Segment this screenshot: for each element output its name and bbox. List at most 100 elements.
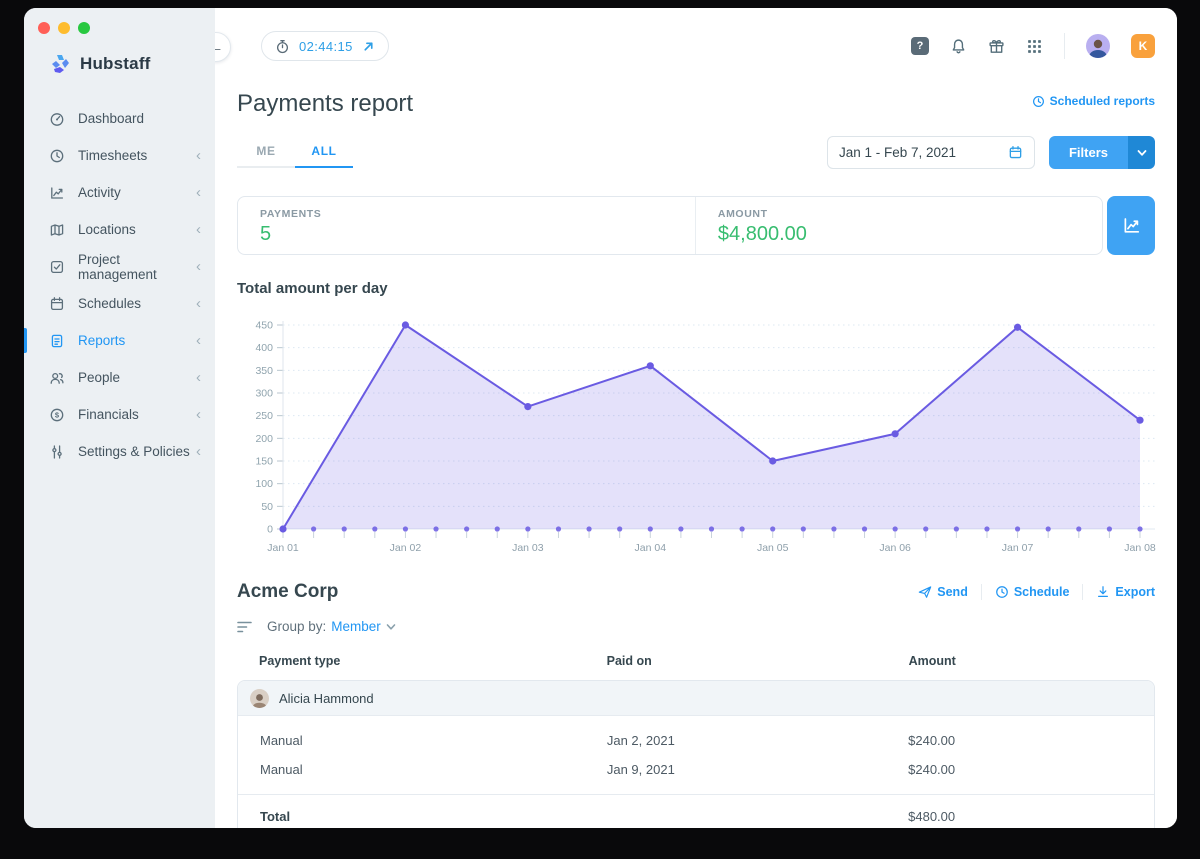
people-icon xyxy=(49,370,65,386)
scheduled-reports-link[interactable]: Scheduled reports xyxy=(1032,94,1155,108)
chevron-left-icon: ‹ xyxy=(196,296,201,311)
line-chart-icon xyxy=(1122,216,1141,235)
svg-text:0: 0 xyxy=(267,524,273,536)
topbar: ← 02:44:15 ? xyxy=(215,8,1177,84)
sidebar-nav: Dashboard Timesheets ‹ Activity ‹ xyxy=(24,100,215,470)
scheduled-reports-label: Scheduled reports xyxy=(1050,94,1155,108)
group-by-select[interactable]: Member xyxy=(331,619,396,634)
cell-payment-type: Manual xyxy=(260,733,607,748)
chevron-left-icon: ‹ xyxy=(196,148,201,163)
organization-badge[interactable]: K xyxy=(1131,34,1155,58)
sidebar-item-label: Financials xyxy=(78,407,139,422)
svg-text:300: 300 xyxy=(255,388,273,400)
column-header-payment-type: Payment type xyxy=(259,654,607,668)
window-controls xyxy=(24,8,215,34)
chart-container: 050100150200250300350400450Jan 01Jan 02J… xyxy=(237,307,1155,559)
svg-text:$: $ xyxy=(55,410,60,419)
send-button[interactable]: Send xyxy=(918,585,968,599)
back-button[interactable]: ← xyxy=(215,32,231,62)
tab-me[interactable]: ME xyxy=(237,138,295,168)
sidebar-item-project-management[interactable]: Project management ‹ xyxy=(24,248,215,285)
report-actions: Send Schedule Export xyxy=(918,584,1155,600)
timer-widget[interactable]: 02:44:15 xyxy=(261,31,389,61)
payments-table: Alicia Hammond Manual Jan 2, 2021 $240.0… xyxy=(237,680,1155,828)
chevron-down-icon xyxy=(386,622,396,632)
gift-icon[interactable] xyxy=(988,38,1005,55)
help-icon[interactable]: ? xyxy=(911,37,929,55)
table-row[interactable]: Manual Jan 9, 2021 $240.00 xyxy=(238,755,1154,784)
amount-summary: AMOUNT $4,800.00 xyxy=(696,197,807,254)
page-title: Payments report xyxy=(237,90,413,118)
main-area: ← 02:44:15 ? xyxy=(215,8,1177,828)
chart-toggle-button[interactable] xyxy=(1107,196,1155,255)
cell-amount: $240.00 xyxy=(908,762,1154,777)
total-row: Total $480.00 xyxy=(238,795,1154,828)
sidebar-item-settings-policies[interactable]: Settings & Policies ‹ xyxy=(24,433,215,470)
table-row[interactable]: Manual Jan 2, 2021 $240.00 xyxy=(238,726,1154,755)
svg-text:Jan 06: Jan 06 xyxy=(879,542,911,554)
project-management-icon xyxy=(49,259,65,275)
dashboard-icon xyxy=(49,111,65,127)
date-range-picker[interactable]: Jan 1 - Feb 7, 2021 xyxy=(827,136,1035,169)
tab-all[interactable]: ALL xyxy=(295,138,353,168)
scope-tabs: ME ALL xyxy=(237,138,353,168)
notifications-bell-icon[interactable] xyxy=(950,38,967,55)
minimize-window-button[interactable] xyxy=(58,22,70,34)
member-avatar xyxy=(250,689,269,708)
sidebar-item-activity[interactable]: Activity ‹ xyxy=(24,174,215,211)
sidebar-item-financials[interactable]: $ Financials ‹ xyxy=(24,396,215,433)
payments-summary: PAYMENTS 5 xyxy=(238,197,696,254)
apps-grid-icon[interactable] xyxy=(1026,38,1043,55)
download-icon xyxy=(1096,585,1110,599)
member-name: Alicia Hammond xyxy=(279,691,374,706)
svg-text:Jan 07: Jan 07 xyxy=(1002,542,1034,554)
sidebar-item-label: Dashboard xyxy=(78,111,144,126)
brand-name: Hubstaff xyxy=(80,54,151,74)
sort-lines-icon[interactable] xyxy=(237,621,252,633)
brand-logo[interactable]: Hubstaff xyxy=(24,34,215,76)
cell-paid-on: Jan 9, 2021 xyxy=(607,762,908,777)
group-by-row: Group by: Member xyxy=(237,619,1155,634)
hubstaff-logo-icon xyxy=(48,52,72,76)
settings-icon xyxy=(49,444,65,460)
content: Payments report Scheduled reports ME ALL… xyxy=(215,90,1177,828)
sidebar-item-timesheets[interactable]: Timesheets ‹ xyxy=(24,137,215,174)
svg-text:Jan 05: Jan 05 xyxy=(757,542,789,554)
svg-text:400: 400 xyxy=(255,342,273,354)
svg-text:Jan 02: Jan 02 xyxy=(390,542,422,554)
user-avatar[interactable] xyxy=(1086,34,1110,58)
filters-dropdown-button[interactable] xyxy=(1128,136,1155,169)
stopwatch-icon xyxy=(275,39,290,54)
svg-text:150: 150 xyxy=(255,456,273,468)
sidebar-item-reports[interactable]: Reports ‹ xyxy=(24,322,215,359)
payments-chart[interactable]: 050100150200250300350400450Jan 01Jan 02J… xyxy=(237,307,1155,559)
filters-button[interactable]: Filters xyxy=(1049,136,1128,169)
zoom-window-button[interactable] xyxy=(78,22,90,34)
actions-divider xyxy=(1082,584,1083,600)
column-header-paid-on: Paid on xyxy=(607,654,909,668)
sidebar-item-label: Reports xyxy=(78,333,125,348)
date-range-value: Jan 1 - Feb 7, 2021 xyxy=(839,145,956,160)
sidebar-item-label: People xyxy=(78,370,120,385)
sidebar-item-locations[interactable]: Locations ‹ xyxy=(24,211,215,248)
sidebar-item-people[interactable]: People ‹ xyxy=(24,359,215,396)
company-title: Acme Corp xyxy=(237,581,338,603)
group-header-row[interactable]: Alicia Hammond xyxy=(238,681,1154,716)
svg-text:450: 450 xyxy=(255,320,273,332)
close-window-button[interactable] xyxy=(38,22,50,34)
summary-card: PAYMENTS 5 AMOUNT $4,800.00 xyxy=(237,196,1103,255)
schedules-icon xyxy=(49,296,65,312)
financials-icon: $ xyxy=(49,407,65,423)
export-label: Export xyxy=(1115,585,1155,599)
topbar-divider xyxy=(1064,33,1065,59)
activity-icon xyxy=(49,185,65,201)
send-label: Send xyxy=(937,585,968,599)
sidebar-item-schedules[interactable]: Schedules ‹ xyxy=(24,285,215,322)
svg-text:Jan 08: Jan 08 xyxy=(1124,542,1156,554)
schedule-button[interactable]: Schedule xyxy=(995,585,1070,599)
schedule-label: Schedule xyxy=(1014,585,1070,599)
sidebar-item-label: Timesheets xyxy=(78,148,147,163)
table-header-row: Payment type Paid on Amount xyxy=(237,654,1155,668)
sidebar-item-dashboard[interactable]: Dashboard xyxy=(24,100,215,137)
export-button[interactable]: Export xyxy=(1096,585,1155,599)
